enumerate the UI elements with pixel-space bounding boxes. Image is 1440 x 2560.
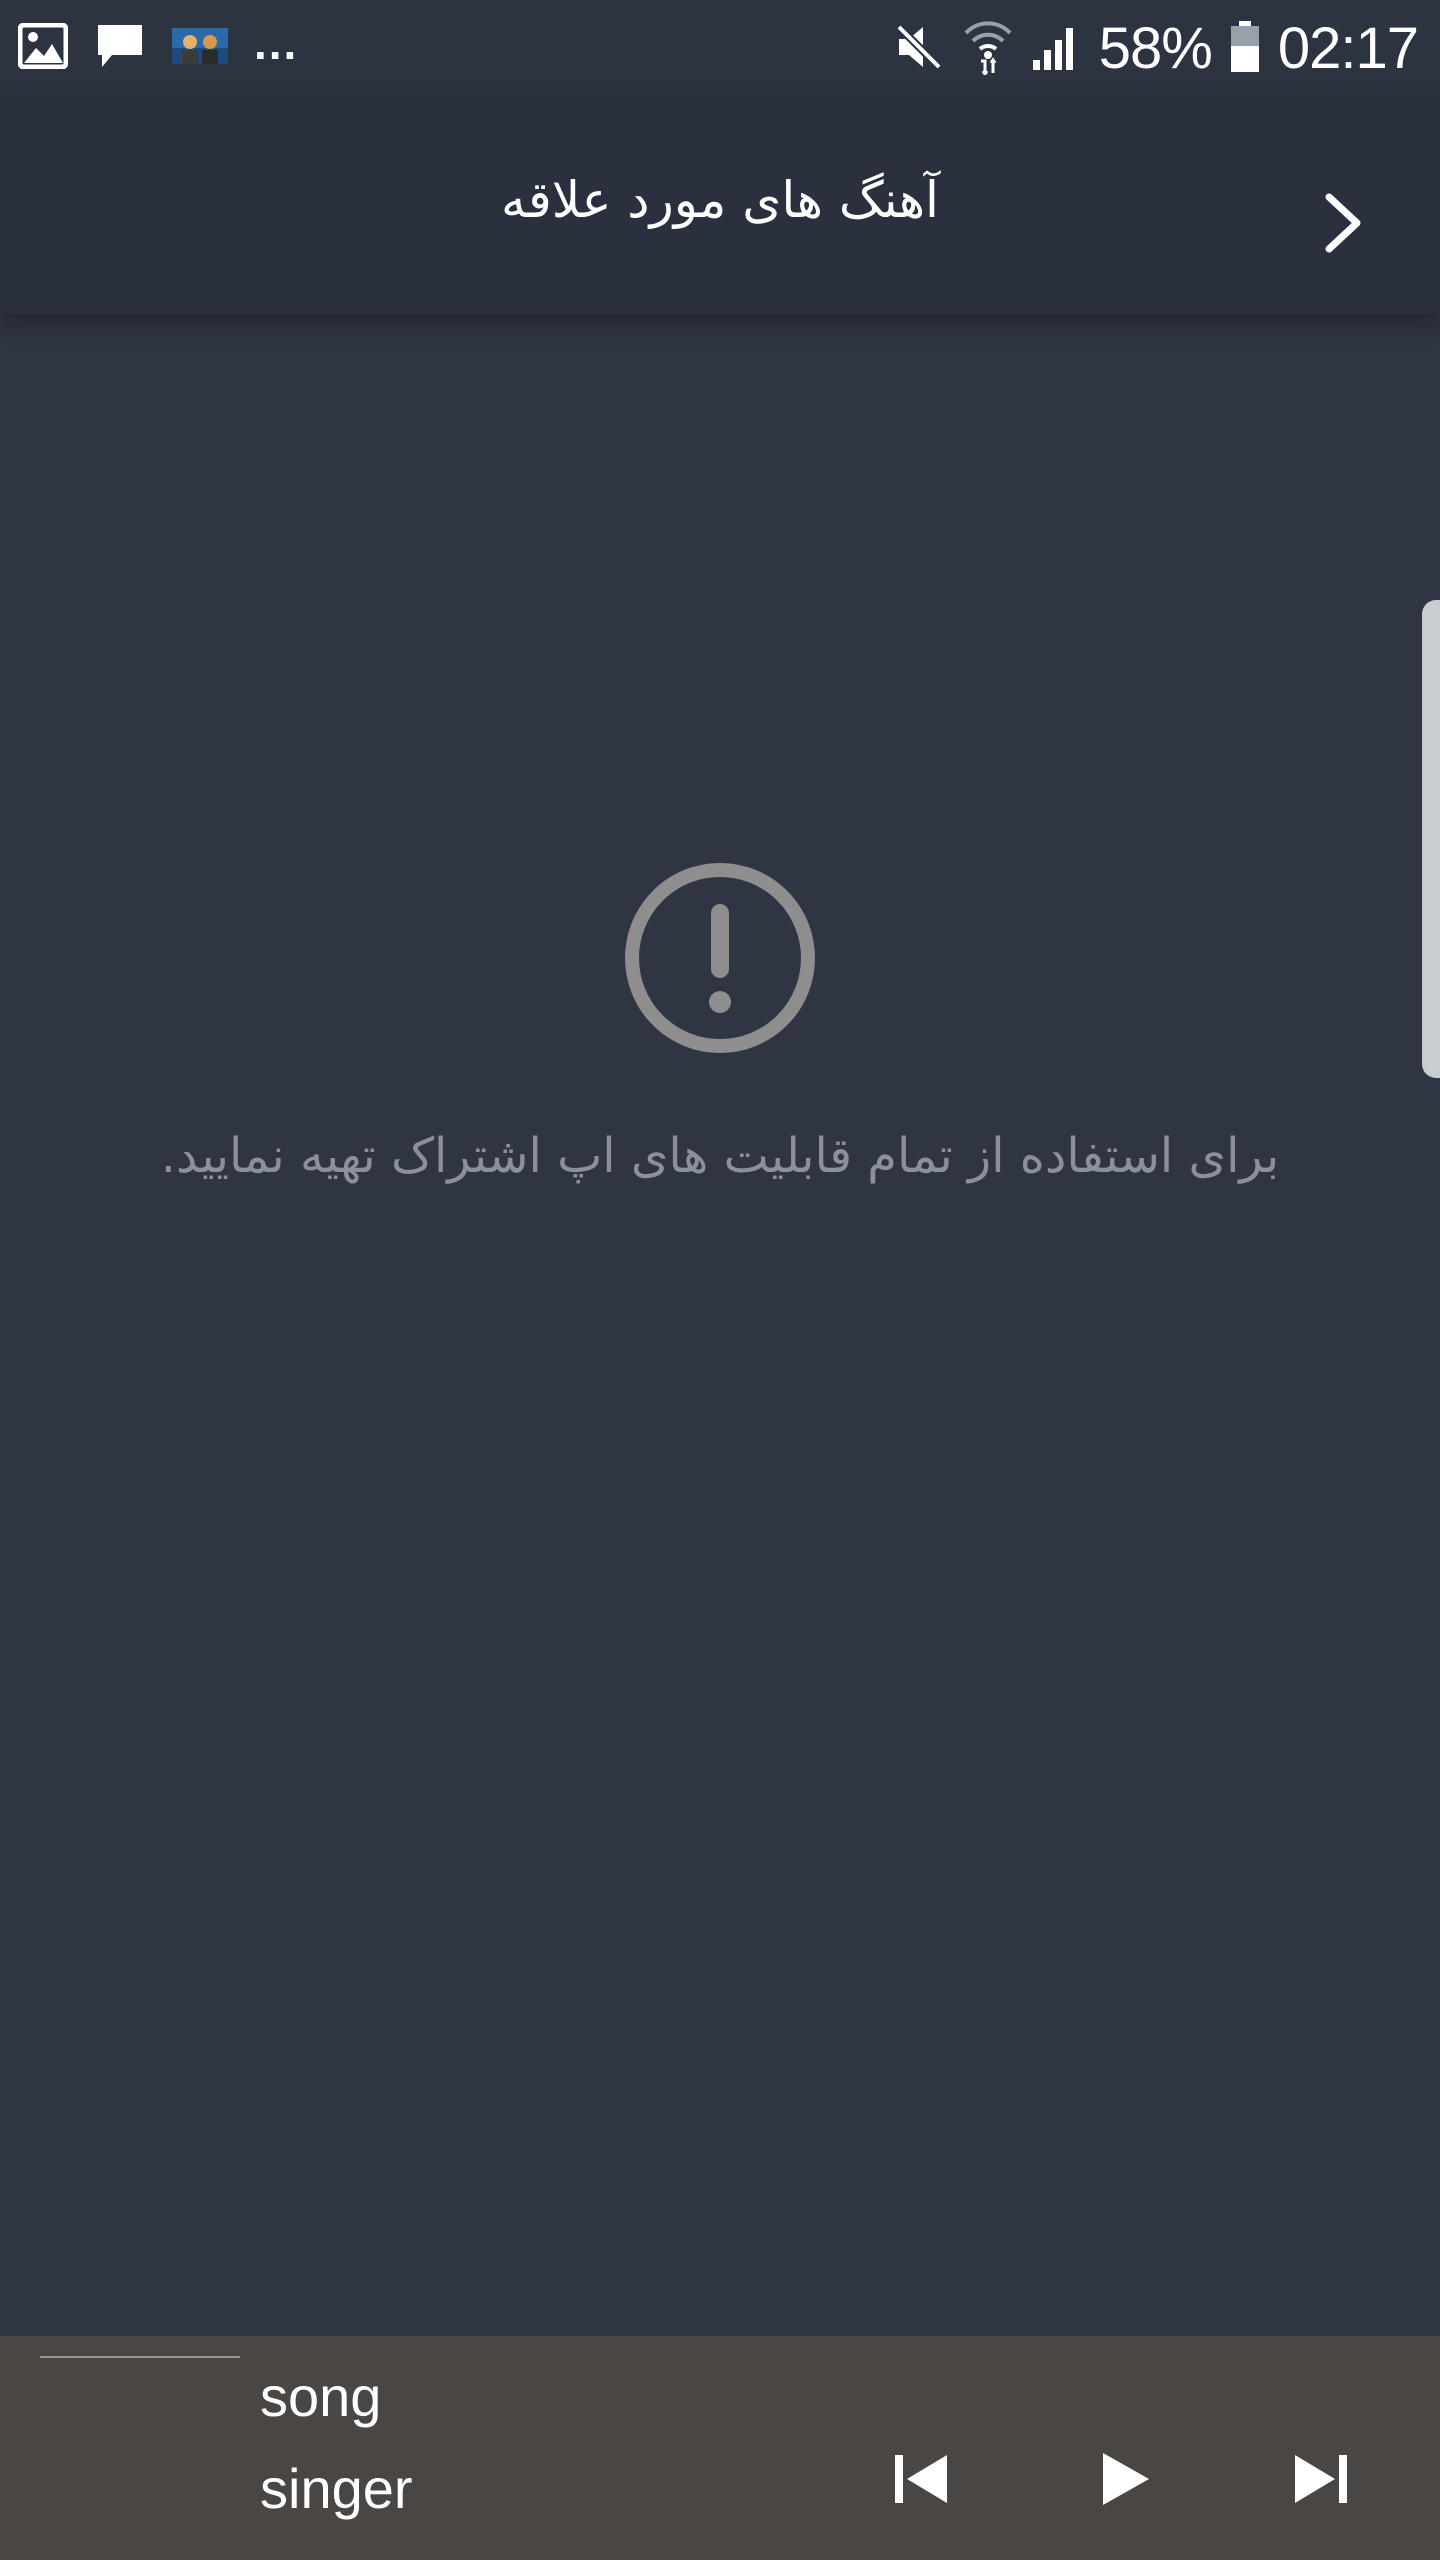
skip-previous-icon — [891, 2451, 951, 2511]
gallery-icon — [17, 22, 69, 73]
signal-icon — [1031, 22, 1081, 76]
song-artist: singer — [260, 2457, 413, 2520]
more-notifications-indicator: ... — [254, 17, 299, 69]
alert-circle-icon — [622, 860, 818, 1056]
status-bar: ... 58% 02:17 — [0, 0, 1440, 96]
next-button[interactable] — [1276, 2436, 1366, 2526]
mini-player[interactable]: song singer — [0, 2336, 1440, 2560]
app-thumbnail-icon — [172, 28, 228, 68]
play-button[interactable] — [1080, 2436, 1170, 2526]
play-icon — [1097, 2449, 1153, 2513]
subscription-message: برای استفاده از تمام قابلیت های اپ اشترا… — [160, 1128, 1280, 1184]
back-button[interactable] — [1288, 170, 1398, 280]
album-art-placeholder — [40, 2356, 240, 2358]
battery-icon — [1230, 21, 1260, 77]
wifi-icon — [963, 19, 1013, 79]
message-icon — [94, 21, 146, 75]
mute-icon — [893, 21, 945, 77]
previous-button[interactable] — [876, 2436, 966, 2526]
clock: 02:17 — [1277, 16, 1419, 81]
chevron-right-icon — [1319, 191, 1367, 259]
app-header: آهنگ های مورد علاقه — [0, 96, 1440, 314]
battery-percentage: 58% — [1098, 16, 1213, 81]
song-title: song — [260, 2365, 382, 2428]
edge-panel-handle[interactable] — [1422, 600, 1440, 1078]
skip-next-icon — [1291, 2451, 1351, 2511]
page-title: آهنگ های مورد علاقه — [501, 171, 939, 229]
notification-area: ... — [17, 17, 299, 76]
system-status-area: 58% 02:17 — [893, 14, 1419, 84]
